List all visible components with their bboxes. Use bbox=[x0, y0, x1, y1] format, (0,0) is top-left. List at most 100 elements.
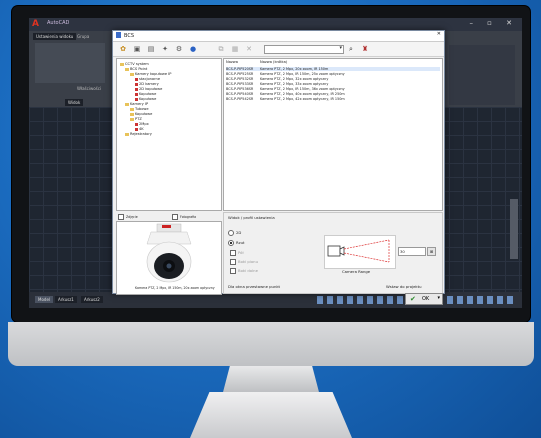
folder-icon bbox=[125, 102, 129, 106]
row-desc: Kamera PTZ, 2 Mpx, IR 150m, 36x zoom opt… bbox=[260, 87, 345, 91]
folder-icon bbox=[125, 132, 129, 136]
tree-node[interactable]: Kamery IP bbox=[125, 102, 148, 106]
folder-icon bbox=[130, 112, 134, 116]
screen: A AutoCAD – ▫ ✕ Ustawienia widoku Grupa … bbox=[29, 18, 522, 308]
tree-node[interactable]: CCTV system bbox=[120, 62, 149, 66]
table-row[interactable]: BCS-P-PIP542SR Kamera PTZ, 2 Mpx, 42x zoo… bbox=[226, 97, 440, 101]
tree-node-label: Rejestratory bbox=[130, 132, 152, 136]
monitor-chin bbox=[8, 322, 534, 366]
tree-node[interactable]: Rejestratory bbox=[125, 132, 152, 136]
row-name: BCS-P-PIP525SR bbox=[226, 72, 254, 76]
delete-icon[interactable]: ✕ bbox=[245, 45, 253, 53]
search-icon[interactable]: ⌕ bbox=[347, 45, 355, 53]
row-desc: Kamera PTZ, 2 Mpx, 20x zoom, IR 150m bbox=[260, 67, 329, 71]
tree-node[interactable]: stacjonarne bbox=[135, 77, 160, 81]
column-header-desc[interactable]: Nazwa (krótka) bbox=[260, 60, 287, 64]
tab-picture[interactable]: Fotografia bbox=[172, 214, 196, 220]
tab-model[interactable]: Model bbox=[35, 296, 54, 303]
settings-icon[interactable]: ⚙ bbox=[175, 45, 183, 53]
camera-icon bbox=[135, 82, 138, 86]
tree-node[interactable]: Kopułowe bbox=[135, 92, 156, 96]
open-icon[interactable]: ▣ bbox=[133, 45, 141, 53]
checkmark-icon: ✔ bbox=[410, 295, 416, 303]
folder-icon bbox=[120, 62, 124, 66]
monitor-stand-neck bbox=[222, 366, 320, 396]
table-row[interactable]: BCS-P-PIP533SR Kamera PTZ, 2 Mpx, 33x zoo… bbox=[226, 82, 440, 86]
search-combo[interactable]: ▾ bbox=[264, 45, 344, 54]
tree-node[interactable]: Kopułowe bbox=[135, 97, 156, 101]
ribbon-panel-label[interactable]: Ustawienia widoku bbox=[33, 33, 77, 40]
viewport-label[interactable]: Widok bbox=[65, 99, 84, 106]
autocad-logo-icon[interactable]: A bbox=[32, 20, 42, 29]
tab-layout-1[interactable]: Arkusz1 bbox=[55, 296, 77, 303]
device-list[interactable]: Nazwa Nazwa (krótka) BCS-P-PIP520SR Kamer… bbox=[223, 58, 443, 211]
ribbon-tools bbox=[35, 43, 105, 83]
row-name: BCS-P-PIP542SR bbox=[226, 97, 254, 101]
radio-rzut[interactable]: Rzut bbox=[228, 240, 245, 246]
check-boki-dolne[interactable]: Boki dolne bbox=[230, 268, 258, 274]
save-icon[interactable]: ▤ bbox=[147, 45, 155, 53]
radio-2d[interactable]: 2D bbox=[228, 230, 241, 236]
row-desc: Kamera PTZ, 2 Mpx, 42x zoom optyczny, IR… bbox=[260, 97, 345, 101]
table-row[interactable]: BCS-P-PIP520SR Kamera PTZ, 2 Mpx, 20x zoo… bbox=[226, 67, 440, 71]
dialog-toolbar: ✿ ▣ ▤ ✦ ⚙ ● ⧉ ▦ ✕ ▾ ⌕ ♜ bbox=[113, 42, 444, 57]
camera-icon bbox=[135, 87, 138, 91]
pick-range-button[interactable]: ⊞ bbox=[427, 247, 436, 256]
tree-node[interactable]: Tubowe bbox=[130, 107, 149, 111]
ok-button[interactable]: ✔ OK ▾ bbox=[405, 293, 443, 305]
insert-point-label: Dla okna przestawne punkt bbox=[228, 284, 281, 289]
device-tree[interactable]: CCTV system BCS Point Kamery kopułowe IP st… bbox=[116, 58, 222, 211]
tab-layout-2[interactable]: Arkusz2 bbox=[81, 296, 103, 303]
row-name: BCS-P-PIP532SR bbox=[226, 77, 254, 81]
chevron-down-icon[interactable]: ▾ bbox=[437, 295, 440, 301]
tree-node[interactable]: BCS Point bbox=[125, 67, 147, 71]
tab-photo[interactable]: Zdjęcie bbox=[118, 214, 138, 220]
row-desc: Kamera PTZ, 2 Mpx, 32x zoom optyczny bbox=[260, 77, 329, 81]
tree-node[interactable]: Kopułowe bbox=[130, 112, 152, 116]
check-boki-pionu[interactable]: Boki pionu bbox=[230, 259, 258, 265]
info-icon[interactable]: ● bbox=[189, 45, 197, 53]
tree-node[interactable]: 4K bbox=[135, 127, 144, 131]
folder-icon bbox=[130, 72, 134, 76]
row-name: BCS-P-PIP536SR bbox=[226, 87, 254, 91]
vertical-scrollbar[interactable] bbox=[510, 199, 518, 259]
tree-node[interactable]: 2D kamery bbox=[135, 82, 159, 86]
tree-node[interactable]: Kamery kopułowe IP bbox=[130, 72, 171, 76]
window-controls[interactable]: – ▫ ✕ bbox=[469, 19, 518, 27]
close-button[interactable]: ✕ bbox=[437, 31, 441, 37]
table-row[interactable]: BCS-P-PIP525SR Kamera PTZ, 2 Mpx, IR 150m… bbox=[226, 72, 440, 76]
paste-icon[interactable]: ▦ bbox=[231, 45, 239, 53]
tree-node[interactable]: PTZ bbox=[130, 117, 142, 121]
camera-icon bbox=[135, 122, 138, 126]
table-row[interactable]: BCS-P-PIP540SR Kamera PTZ, 2 Mpx, 40x zoo… bbox=[226, 92, 440, 96]
copy-icon[interactable]: ⧉ bbox=[217, 45, 225, 53]
preview-caption: Kamera PTZ, 2 Mpx, IR 150m, 20x zoom opt… bbox=[135, 286, 215, 290]
tree-node[interactable]: 2Mpx bbox=[135, 122, 149, 126]
column-header-name[interactable]: Nazwa bbox=[226, 60, 238, 64]
insert-label: Wstaw do projektu bbox=[386, 284, 422, 289]
tree-node-label: 2Mpx bbox=[139, 122, 149, 126]
camera-range-input[interactable]: 30 bbox=[398, 247, 426, 256]
dialog-app-icon bbox=[116, 32, 121, 38]
dialog-title: BCS bbox=[124, 33, 135, 39]
cad-title: AutoCAD bbox=[47, 20, 70, 26]
pin-icon[interactable]: ✦ bbox=[161, 45, 169, 53]
tree-node[interactable]: 2D kopułowe bbox=[135, 87, 162, 91]
ribbon-right-panel bbox=[449, 45, 515, 105]
tree-node-label: PTZ bbox=[135, 117, 142, 121]
gear-icon[interactable]: ✿ bbox=[119, 45, 127, 53]
ribbon-group-label: Grupa bbox=[77, 34, 90, 39]
tree-node-label: Kopułowe bbox=[139, 92, 157, 96]
check-pol[interactable]: Pół bbox=[230, 250, 244, 256]
table-row[interactable]: BCS-P-PIP532SR Kamera PTZ, 2 Mpx, 32x zoo… bbox=[226, 77, 440, 81]
row-name: BCS-P-PIP540SR bbox=[226, 92, 254, 96]
dialog-titlebar: BCS ✕ bbox=[113, 31, 444, 42]
camera-range-value: 30 bbox=[400, 249, 405, 254]
tree-node-label: 4K bbox=[139, 127, 144, 131]
find-icon[interactable]: ♜ bbox=[361, 45, 369, 53]
tree-node-label: Tubowe bbox=[135, 107, 149, 111]
table-row[interactable]: BCS-P-PIP536SR Kamera PTZ, 2 Mpx, IR 150m… bbox=[226, 87, 440, 91]
tree-node-label: Kamery IP bbox=[130, 102, 149, 106]
tree-node-label: Kopułowe bbox=[139, 97, 157, 101]
ptz-camera-image bbox=[146, 223, 192, 283]
